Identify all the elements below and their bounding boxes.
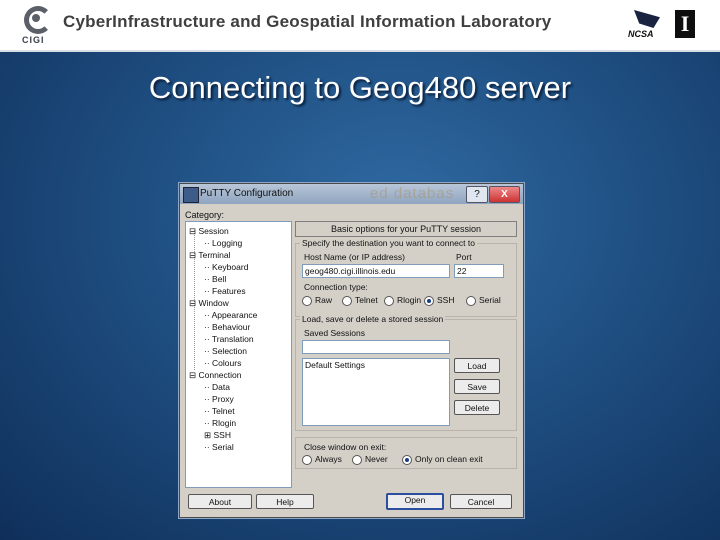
category-tree[interactable]: ⊟ Session ·· Logging ⊟ Terminal ·· Keybo…: [185, 221, 292, 488]
saved-sessions-input[interactable]: [302, 340, 450, 354]
tree-item-session[interactable]: ⊟ Session: [189, 226, 229, 237]
sessions-group-label: Load, save or delete a stored session: [300, 314, 446, 324]
slide-title: Connecting to Geog480 server: [148, 70, 572, 105]
cigi-logo: CIGI: [21, 5, 52, 45]
radio-always[interactable]: Always: [302, 454, 342, 465]
tree-item-selection[interactable]: ·· Selection: [204, 346, 247, 356]
radio-rlogin[interactable]: Rlogin: [384, 295, 421, 306]
port-input[interactable]: 22: [454, 264, 504, 278]
putty-app-icon: [183, 187, 199, 203]
sessions-group: Load, save or delete a stored session Sa…: [295, 314, 517, 431]
putty-window: PuTTY Configuration ed databas ? X Categ…: [179, 183, 524, 518]
session-panel: Basic options for your PuTTY session Spe…: [295, 221, 517, 486]
background-text: ed databas: [370, 185, 455, 202]
slide-header: CIGI CyberInfrastructure and Geospatial …: [0, 0, 720, 52]
radio-clean-exit[interactable]: Only on clean exit: [402, 454, 483, 465]
host-name-input[interactable]: geog480.cigi.illinois.edu: [302, 264, 450, 278]
close-on-exit-group: Close window on exit: Always Never Only …: [295, 437, 517, 469]
title-bar[interactable]: PuTTY Configuration ed databas ? X: [180, 184, 523, 204]
destination-group: Specify the destination you want to conn…: [295, 238, 517, 317]
close-button[interactable]: X: [489, 186, 520, 203]
tree-item-serial[interactable]: ·· Serial: [204, 442, 234, 452]
tree-item-behaviour[interactable]: ·· Behaviour: [204, 322, 250, 332]
lab-title: CyberInfrastructure and Geospatial Infor…: [63, 12, 552, 31]
port-label: Port: [454, 252, 474, 262]
radio-raw[interactable]: Raw: [302, 295, 332, 306]
ncsa-logo: NCSA: [628, 10, 664, 40]
radio-telnet[interactable]: Telnet: [342, 295, 378, 306]
saved-sessions-label: Saved Sessions: [302, 328, 367, 338]
help-button[interactable]: ?: [466, 186, 488, 203]
tree-item-proxy[interactable]: ·· Proxy: [204, 394, 234, 404]
open-button[interactable]: Open: [386, 493, 444, 510]
about-button[interactable]: About: [188, 494, 252, 509]
host-label: Host Name (or IP address): [302, 252, 407, 262]
help-footer-button[interactable]: Help: [256, 494, 314, 509]
illinois-logo: I: [675, 10, 695, 38]
tree-item-telnet[interactable]: ·· Telnet: [204, 406, 235, 416]
tree-item-data[interactable]: ·· Data: [204, 382, 230, 392]
save-button[interactable]: Save: [454, 379, 500, 394]
connection-type-label: Connection type:: [302, 282, 370, 292]
tree-item-rlogin[interactable]: ·· Rlogin: [204, 418, 236, 428]
tree-item-keyboard[interactable]: ·· Keyboard: [204, 262, 248, 272]
tree-item-bell[interactable]: ·· Bell: [204, 274, 226, 284]
tree-item-appearance[interactable]: ·· Appearance: [204, 310, 257, 320]
tree-item-colours[interactable]: ·· Colours: [204, 358, 241, 368]
tree-item-ssh[interactable]: ⊞ SSH: [204, 430, 231, 441]
radio-ssh[interactable]: SSH: [424, 295, 454, 306]
radio-serial[interactable]: Serial: [466, 295, 501, 306]
category-label: Category:: [185, 210, 225, 220]
tree-item-terminal[interactable]: ⊟ Terminal: [189, 250, 230, 261]
cancel-button[interactable]: Cancel: [450, 494, 512, 509]
delete-button[interactable]: Delete: [454, 400, 500, 415]
radio-never[interactable]: Never: [352, 454, 388, 465]
window-title: PuTTY Configuration: [200, 188, 294, 199]
destination-group-label: Specify the destination you want to conn…: [300, 238, 477, 248]
sessions-list[interactable]: Default Settings: [302, 358, 450, 426]
close-on-exit-label: Close window on exit:: [302, 442, 389, 452]
tree-item-translation[interactable]: ·· Translation: [204, 334, 254, 344]
list-item[interactable]: Default Settings: [305, 359, 449, 372]
tree-item-connection[interactable]: ⊟ Connection: [189, 370, 242, 381]
tree-item-logging[interactable]: ·· Logging: [204, 238, 242, 248]
tree-item-features[interactable]: ·· Features: [204, 286, 246, 296]
panel-heading: Basic options for your PuTTY session: [295, 221, 517, 237]
load-button[interactable]: Load: [454, 358, 500, 373]
tree-item-window[interactable]: ⊟ Window: [189, 298, 229, 309]
